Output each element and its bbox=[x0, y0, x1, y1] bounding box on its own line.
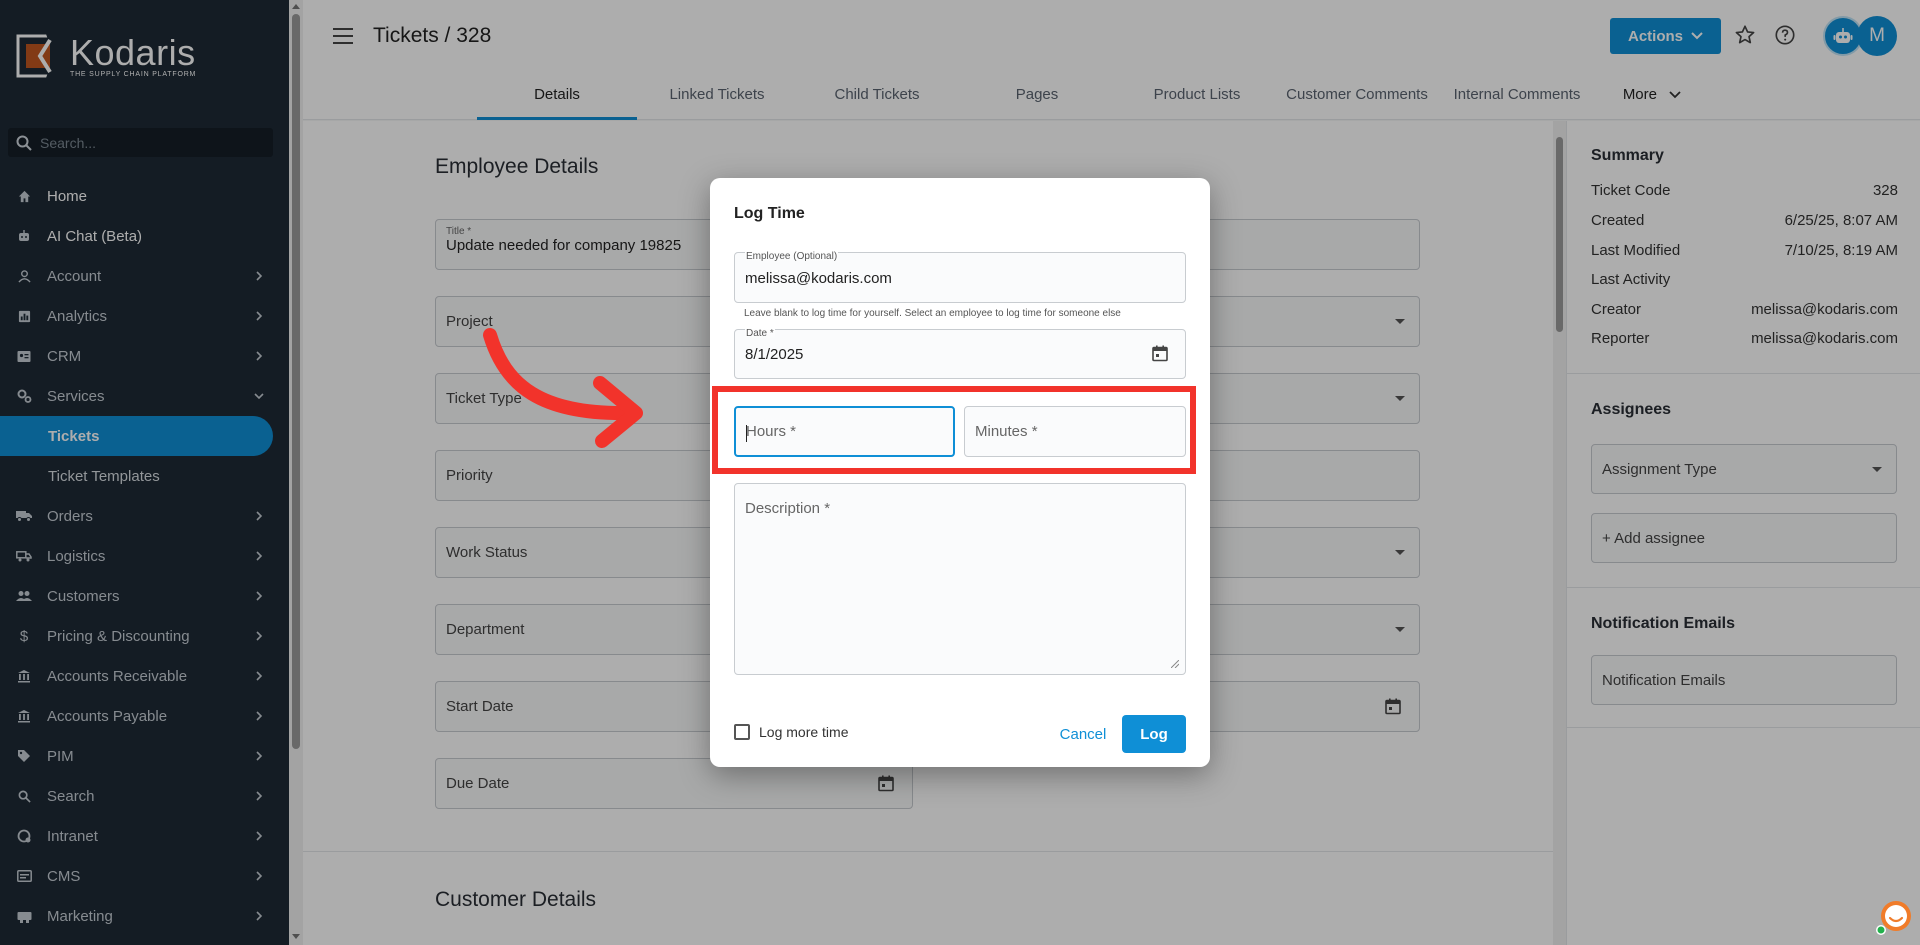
employee-field[interactable]: Employee (Optional) melissa@kodaris.com bbox=[734, 251, 1186, 303]
employee-hint: Leave blank to log time for yourself. Se… bbox=[744, 308, 1121, 319]
employee-value: melissa@kodaris.com bbox=[745, 270, 892, 287]
log-more-time-checkbox[interactable] bbox=[734, 724, 750, 740]
date-field[interactable]: Date * 8/1/2025 bbox=[734, 328, 1186, 379]
log-more-time-option[interactable]: Log more time bbox=[734, 724, 848, 740]
log-more-time-label: Log more time bbox=[759, 724, 849, 740]
description-placeholder: Description * bbox=[745, 500, 831, 517]
highlight-annotation bbox=[712, 386, 1196, 474]
chat-support-icon[interactable] bbox=[1874, 898, 1914, 938]
log-button[interactable]: Log bbox=[1122, 715, 1186, 753]
employee-label: Employee (Optional) bbox=[745, 251, 839, 262]
cancel-button[interactable]: Cancel bbox=[1057, 716, 1109, 752]
date-label: Date * bbox=[745, 328, 775, 339]
resize-handle-icon[interactable] bbox=[1171, 660, 1179, 668]
description-textarea[interactable]: Description * bbox=[734, 483, 1186, 675]
annotation-arrow-icon bbox=[483, 328, 643, 448]
dialog-title: Log Time bbox=[734, 205, 805, 222]
date-value: 8/1/2025 bbox=[745, 346, 804, 363]
calendar-icon[interactable] bbox=[1152, 345, 1168, 362]
